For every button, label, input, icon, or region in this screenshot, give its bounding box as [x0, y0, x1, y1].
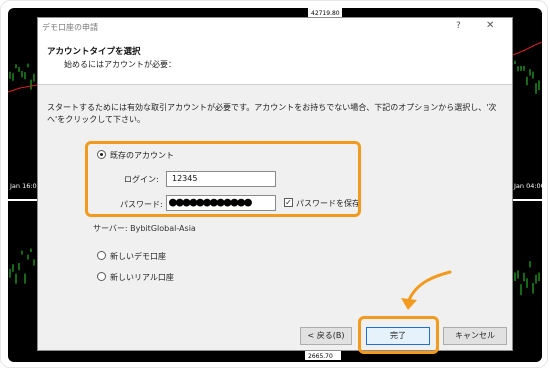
pointer-arrow-icon — [401, 270, 452, 310]
dialog-title: デモ口座の申請 — [42, 23, 98, 32]
new-real-radio[interactable] — [97, 272, 106, 281]
cancel-button[interactable]: キャンセル — [443, 327, 507, 345]
instruction-text: スタートするためには有効な取引アカウントが必要です。アカウントをお持ちでない場合… — [47, 103, 497, 124]
close-button[interactable]: ✕ — [486, 20, 494, 31]
new-demo-radio[interactable] — [97, 251, 106, 260]
back-button[interactable]: < 戻る(B) — [300, 327, 352, 345]
new-real-label[interactable]: 新しいリアル口座 — [110, 272, 174, 283]
title-bar: デモ口座の申請 ? ✕ — [38, 18, 512, 36]
header-title: アカウントタイプを選択 — [47, 47, 141, 57]
time-label-right: Jan 04:00 — [513, 182, 545, 190]
header-subtitle: 始めるにはアカウントが必要： — [64, 60, 176, 69]
account-highlight-box — [85, 141, 361, 217]
server-text: サーバー: BybitGlobal-Asia — [93, 224, 196, 233]
price-label-bottom: 2665.70 — [308, 353, 333, 360]
help-button[interactable]: ? — [456, 21, 461, 31]
new-demo-label[interactable]: 新しいデモ口座 — [110, 251, 166, 262]
finish-highlight-box — [358, 316, 439, 354]
wizard-header: アカウントタイプを選択 始めるにはアカウントが必要： — [38, 36, 512, 85]
price-label-top: 42719.80 — [311, 10, 340, 17]
